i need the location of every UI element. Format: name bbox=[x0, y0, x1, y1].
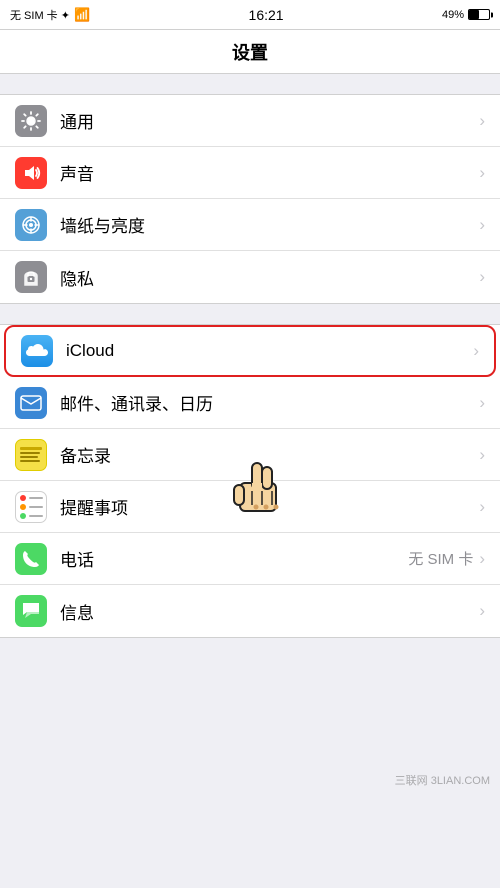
status-time: 16:21 bbox=[249, 7, 284, 23]
messages-label: 信息 bbox=[60, 599, 479, 624]
wifi-icon: 📶 bbox=[74, 7, 90, 23]
no-sim-label: 无 SIM 卡 ✦ bbox=[10, 7, 70, 23]
battery-percent: 49% bbox=[442, 9, 464, 21]
phone-chevron: › bbox=[479, 549, 485, 569]
row-icloud[interactable]: iCloud › bbox=[4, 325, 496, 377]
watermark: 三联网 3LIAN.COM bbox=[395, 772, 490, 788]
mail-icon bbox=[15, 387, 47, 419]
wallpaper-icon bbox=[15, 209, 47, 241]
status-left: 无 SIM 卡 ✦ 📶 bbox=[10, 7, 90, 23]
row-wallpaper[interactable]: 墙纸与亮度 › bbox=[0, 199, 500, 251]
row-phone[interactable]: 电话 无 SIM 卡 › bbox=[0, 533, 500, 585]
general-chevron: › bbox=[479, 111, 485, 131]
row-general[interactable]: 通用 › bbox=[0, 95, 500, 147]
status-bar: 无 SIM 卡 ✦ 📶 16:21 49% bbox=[0, 0, 500, 30]
privacy-label: 隐私 bbox=[60, 265, 479, 290]
phone-label: 电话 bbox=[60, 546, 408, 571]
reminders-icon bbox=[15, 491, 47, 523]
wallpaper-label: 墙纸与亮度 bbox=[60, 212, 479, 237]
row-notes[interactable]: 备忘录 › bbox=[0, 429, 500, 481]
icloud-icon bbox=[21, 335, 53, 367]
icloud-label: iCloud bbox=[66, 341, 473, 361]
messages-chevron: › bbox=[479, 601, 485, 621]
phone-icon bbox=[15, 543, 47, 575]
section-gap-2 bbox=[0, 304, 500, 324]
wallpaper-chevron: › bbox=[479, 215, 485, 235]
sound-icon bbox=[15, 157, 47, 189]
mail-chevron: › bbox=[479, 393, 485, 413]
row-messages[interactable]: 信息 › bbox=[0, 585, 500, 637]
reminders-chevron: › bbox=[479, 497, 485, 517]
notes-chevron: › bbox=[479, 445, 485, 465]
phone-value: 无 SIM 卡 bbox=[408, 548, 473, 569]
section-accounts: iCloud › 邮件、通讯录、日历 › 备忘录 › bbox=[0, 324, 500, 638]
messages-icon bbox=[15, 595, 47, 627]
general-label: 通用 bbox=[60, 108, 479, 133]
row-privacy[interactable]: 隐私 › bbox=[0, 251, 500, 303]
privacy-chevron: › bbox=[479, 267, 485, 287]
row-mail[interactable]: 邮件、通讯录、日历 › bbox=[0, 377, 500, 429]
row-reminders[interactable]: 提醒事项 › bbox=[0, 481, 500, 533]
section-gap-1 bbox=[0, 74, 500, 94]
icloud-chevron: › bbox=[473, 341, 479, 361]
mail-label: 邮件、通讯录、日历 bbox=[60, 390, 479, 415]
section-general: 通用 › 声音 › 墙纸与亮度 › bbox=[0, 94, 500, 304]
battery-icon bbox=[468, 9, 490, 20]
reminders-label: 提醒事项 bbox=[60, 494, 479, 519]
notes-icon bbox=[15, 439, 47, 471]
sound-chevron: › bbox=[479, 163, 485, 183]
status-right: 49% bbox=[442, 9, 490, 21]
row-sound[interactable]: 声音 › bbox=[0, 147, 500, 199]
sound-label: 声音 bbox=[60, 160, 479, 185]
page-title: 设置 bbox=[232, 39, 268, 65]
nav-bar: 设置 bbox=[0, 30, 500, 74]
general-icon bbox=[15, 105, 47, 137]
privacy-icon bbox=[15, 261, 47, 293]
notes-label: 备忘录 bbox=[60, 442, 479, 467]
